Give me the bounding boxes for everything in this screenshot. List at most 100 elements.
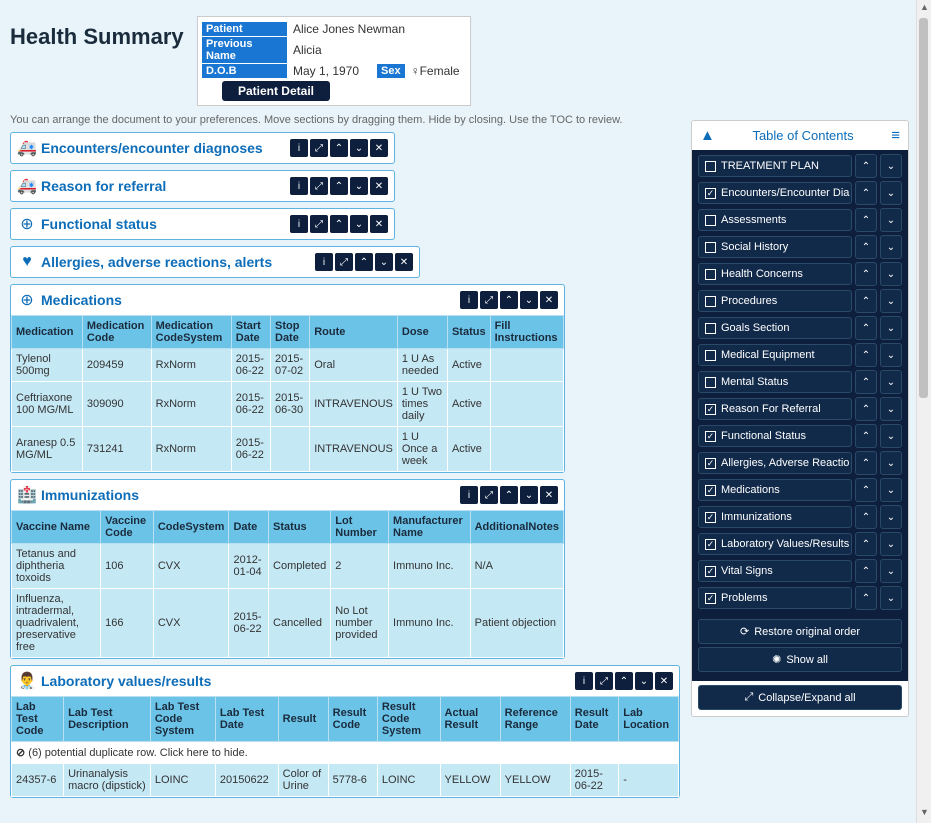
checkbox-icon[interactable]: ✓: [705, 458, 716, 469]
toc-item[interactable]: ✓Problems: [698, 587, 852, 609]
vertical-scrollbar[interactable]: ▲ ▼: [916, 0, 931, 823]
toc-item[interactable]: ✓Allergies, Adverse Reactio: [698, 452, 852, 474]
expand-button[interactable]: ⤢: [595, 672, 613, 690]
toc-item[interactable]: ✓Encounters/Encounter Dia: [698, 182, 852, 204]
toc-item[interactable]: TREATMENT PLAN: [698, 155, 852, 177]
close-button[interactable]: ✕: [540, 486, 558, 504]
toc-up-button[interactable]: ⌃: [855, 397, 877, 421]
close-button[interactable]: ✕: [370, 215, 388, 233]
show-all-button[interactable]: ✺Show all: [698, 647, 902, 672]
checkbox-icon[interactable]: ✓: [705, 566, 716, 577]
restore-order-button[interactable]: ⟳Restore original order: [698, 619, 902, 644]
down-button[interactable]: ⌄: [350, 215, 368, 233]
toc-up-button[interactable]: ⌃: [855, 370, 877, 394]
toc-up-button[interactable]: ⌃: [855, 451, 877, 475]
expand-button[interactable]: ⤢: [480, 486, 498, 504]
toc-down-button[interactable]: ⌄: [880, 559, 902, 583]
checkbox-icon[interactable]: ✓: [705, 485, 716, 496]
up-button[interactable]: ⌃: [500, 291, 518, 309]
checkbox-icon[interactable]: ✓: [705, 431, 716, 442]
expand-button[interactable]: ⤢: [310, 139, 328, 157]
info-button[interactable]: i: [460, 291, 478, 309]
toc-down-button[interactable]: ⌄: [880, 154, 902, 178]
toc-down-button[interactable]: ⌄: [880, 343, 902, 367]
patient-detail-button[interactable]: Patient Detail: [222, 81, 330, 101]
checkbox-icon[interactable]: [705, 377, 716, 388]
toc-up-button[interactable]: ⌃: [855, 343, 877, 367]
checkbox-icon[interactable]: [705, 161, 716, 172]
up-button[interactable]: ⌃: [355, 253, 373, 271]
toc-item[interactable]: Medical Equipment: [698, 344, 852, 366]
down-button[interactable]: ⌄: [520, 486, 538, 504]
toc-item[interactable]: Health Concerns: [698, 263, 852, 285]
toc-down-button[interactable]: ⌄: [880, 505, 902, 529]
down-button[interactable]: ⌄: [350, 177, 368, 195]
toc-up-button[interactable]: ⌃: [855, 559, 877, 583]
info-button[interactable]: i: [575, 672, 593, 690]
expand-button[interactable]: ⤢: [310, 215, 328, 233]
toc-item[interactable]: ✓Reason For Referral: [698, 398, 852, 420]
toc-item[interactable]: Mental Status: [698, 371, 852, 393]
toc-item[interactable]: Goals Section: [698, 317, 852, 339]
toc-item[interactable]: ✓Immunizations: [698, 506, 852, 528]
down-button[interactable]: ⌄: [375, 253, 393, 271]
menu-icon[interactable]: ≡: [891, 127, 900, 144]
toc-item[interactable]: ✓Medications: [698, 479, 852, 501]
toc-down-button[interactable]: ⌄: [880, 451, 902, 475]
down-button[interactable]: ⌄: [635, 672, 653, 690]
expand-button[interactable]: ⤢: [310, 177, 328, 195]
info-button[interactable]: i: [315, 253, 333, 271]
toc-down-button[interactable]: ⌄: [880, 532, 902, 556]
toc-down-button[interactable]: ⌄: [880, 316, 902, 340]
close-button[interactable]: ✕: [540, 291, 558, 309]
expand-button[interactable]: ⤢: [480, 291, 498, 309]
up-button[interactable]: ⌃: [330, 139, 348, 157]
toc-up-button[interactable]: ⌃: [855, 478, 877, 502]
toc-up-button[interactable]: ⌃: [855, 208, 877, 232]
up-button[interactable]: ⌃: [500, 486, 518, 504]
scroll-up-icon[interactable]: ▲: [919, 2, 930, 16]
toc-up-button[interactable]: ⌃: [855, 289, 877, 313]
checkbox-icon[interactable]: [705, 350, 716, 361]
info-button[interactable]: i: [460, 486, 478, 504]
toc-down-button[interactable]: ⌄: [880, 478, 902, 502]
toc-item[interactable]: ✓Laboratory Values/Results: [698, 533, 852, 555]
checkbox-icon[interactable]: [705, 269, 716, 280]
toc-up-button[interactable]: ⌃: [855, 235, 877, 259]
toc-item[interactable]: Procedures: [698, 290, 852, 312]
collapse-expand-button[interactable]: ⤢Collapse/Expand all: [698, 685, 902, 710]
close-button[interactable]: ✕: [370, 139, 388, 157]
close-button[interactable]: ✕: [395, 253, 413, 271]
expand-button[interactable]: ⤢: [335, 253, 353, 271]
toc-down-button[interactable]: ⌄: [880, 181, 902, 205]
toc-down-button[interactable]: ⌄: [880, 370, 902, 394]
toc-up-button[interactable]: ⌃: [855, 262, 877, 286]
toc-up-button[interactable]: ⌃: [855, 181, 877, 205]
info-button[interactable]: i: [290, 139, 308, 157]
checkbox-icon[interactable]: ✓: [705, 404, 716, 415]
checkbox-icon[interactable]: [705, 242, 716, 253]
toc-down-button[interactable]: ⌄: [880, 289, 902, 313]
checkbox-icon[interactable]: [705, 323, 716, 334]
toc-down-button[interactable]: ⌄: [880, 208, 902, 232]
checkbox-icon[interactable]: [705, 296, 716, 307]
checkbox-icon[interactable]: ✓: [705, 539, 716, 550]
info-button[interactable]: i: [290, 177, 308, 195]
toc-down-button[interactable]: ⌄: [880, 397, 902, 421]
down-button[interactable]: ⌄: [350, 139, 368, 157]
checkbox-icon[interactable]: ✓: [705, 188, 716, 199]
toc-up-button[interactable]: ⌃: [855, 586, 877, 610]
close-button[interactable]: ✕: [370, 177, 388, 195]
toc-item[interactable]: Social History: [698, 236, 852, 258]
scroll-down-icon[interactable]: ▼: [919, 807, 930, 821]
checkbox-icon[interactable]: ✓: [705, 512, 716, 523]
toc-item[interactable]: ✓Functional Status: [698, 425, 852, 447]
up-button[interactable]: ⌃: [330, 177, 348, 195]
scrollbar-thumb[interactable]: [919, 18, 928, 398]
up-button[interactable]: ⌃: [330, 215, 348, 233]
duplicate-warning[interactable]: ⊘ (6) potential duplicate row. Click her…: [12, 742, 679, 764]
toc-down-button[interactable]: ⌄: [880, 424, 902, 448]
close-button[interactable]: ✕: [655, 672, 673, 690]
toc-up-button[interactable]: ⌃: [855, 505, 877, 529]
toc-down-button[interactable]: ⌄: [880, 262, 902, 286]
